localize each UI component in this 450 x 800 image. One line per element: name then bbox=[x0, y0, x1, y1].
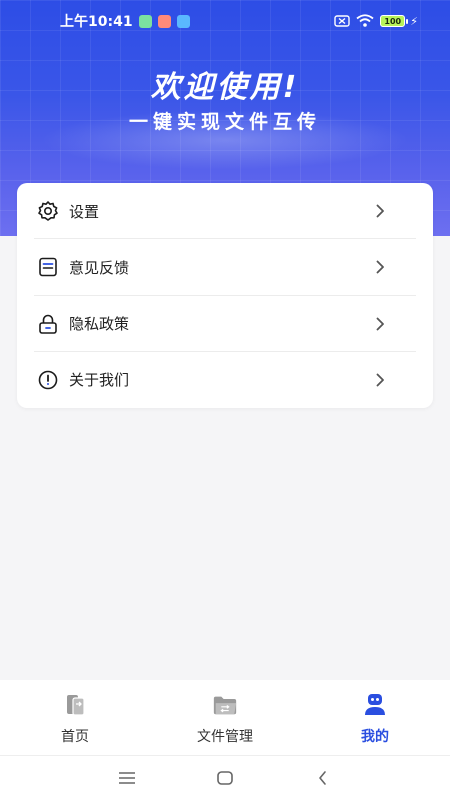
menu-item-privacy[interactable]: 隐私政策 bbox=[17, 296, 416, 352]
nav-label: 我的 bbox=[361, 729, 389, 745]
nav-item-home[interactable]: 首页 bbox=[0, 680, 150, 755]
phone-transfer-icon bbox=[62, 692, 88, 718]
menu-item-label: 设置 bbox=[69, 202, 100, 221]
charging-icon: ⚡ bbox=[410, 14, 418, 28]
screen: 上午10:41 100 ⚡ 欢迎使用! 一键实现文件互传 设置 意见反馈 隐私政… bbox=[0, 0, 450, 800]
menu-item-label: 隐私政策 bbox=[69, 315, 130, 334]
menu-icon[interactable] bbox=[117, 768, 137, 788]
menu-item-about[interactable]: 关于我们 bbox=[17, 352, 416, 408]
status-bar: 上午10:41 100 ⚡ bbox=[0, 0, 450, 42]
menu-item-label: 意见反馈 bbox=[69, 258, 130, 277]
hero-title: 欢迎使用! bbox=[150, 70, 300, 105]
chevron-right-icon bbox=[374, 260, 386, 274]
notification-app-icon bbox=[157, 14, 171, 28]
battery-icon: 100 ⚡ bbox=[380, 15, 418, 28]
menu-card: 设置 意见反馈 隐私政策 关于我们 bbox=[17, 183, 433, 408]
battery-level: 100 bbox=[380, 15, 406, 27]
status-time: 上午10:41 bbox=[60, 14, 133, 30]
sim-off-icon bbox=[334, 12, 350, 31]
system-nav-bar bbox=[0, 756, 450, 800]
feedback-icon bbox=[37, 256, 59, 278]
hero-subtitle: 一键实现文件互传 bbox=[128, 111, 321, 133]
status-right: 100 ⚡ bbox=[334, 12, 418, 31]
menu-item-feedback[interactable]: 意见反馈 bbox=[17, 239, 416, 296]
status-left: 上午10:41 bbox=[60, 11, 190, 31]
info-icon bbox=[37, 369, 59, 391]
chevron-right-icon bbox=[374, 373, 386, 387]
battery-tip bbox=[406, 18, 409, 24]
lock-icon bbox=[37, 313, 59, 335]
menu-item-settings[interactable]: 设置 bbox=[17, 183, 416, 240]
nav-label: 文件管理 bbox=[197, 729, 253, 745]
nav-label: 首页 bbox=[61, 729, 89, 745]
notification-app-icon bbox=[176, 14, 190, 28]
chevron-right-icon bbox=[374, 317, 386, 331]
nav-item-mine[interactable]: 我的 bbox=[300, 680, 450, 755]
back-icon[interactable] bbox=[313, 768, 333, 788]
wifi-icon bbox=[356, 12, 374, 31]
home-icon[interactable] bbox=[215, 768, 235, 788]
gear-icon bbox=[37, 200, 59, 222]
folder-icon bbox=[212, 692, 238, 718]
bottom-nav: 首页 文件管理 我的 bbox=[0, 680, 450, 756]
notification-app-icon bbox=[138, 14, 152, 28]
robot-icon bbox=[362, 692, 388, 718]
nav-item-file-manager[interactable]: 文件管理 bbox=[150, 680, 300, 755]
chevron-right-icon bbox=[374, 204, 386, 218]
menu-item-label: 关于我们 bbox=[69, 371, 130, 390]
